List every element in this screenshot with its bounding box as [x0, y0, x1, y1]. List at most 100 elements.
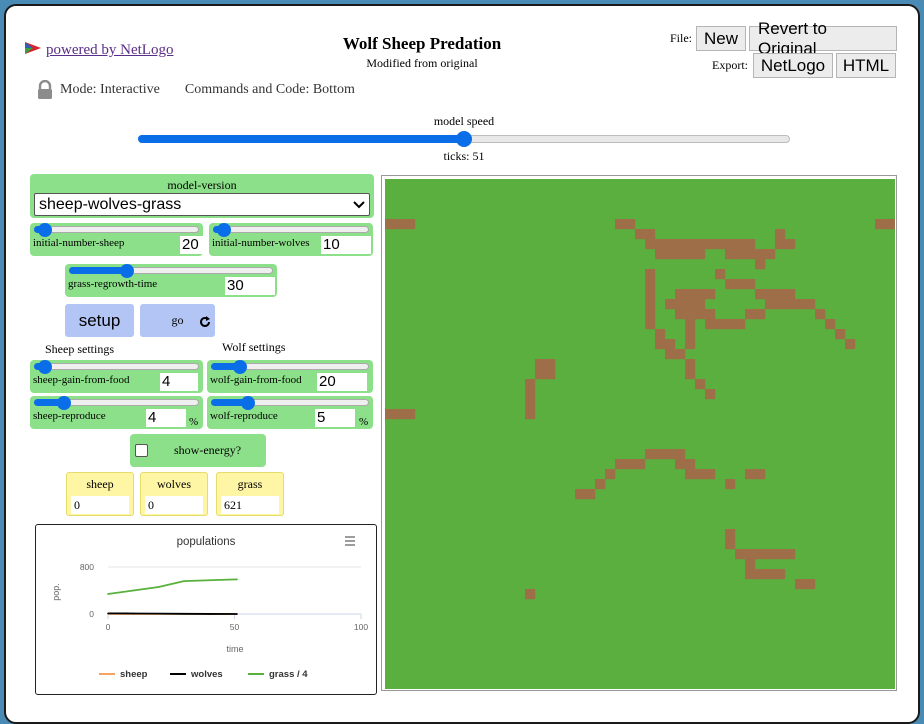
y-axis-label: pop.	[51, 583, 61, 601]
show-energy-switch[interactable]: show-energy?	[130, 434, 266, 467]
show-energy-label: show-energy?	[174, 443, 242, 457]
go-button[interactable]: go	[140, 304, 215, 337]
slider-handle[interactable]	[57, 396, 71, 410]
wolf-reproduce-slider[interactable]: wolf-reproduce 5 %	[207, 396, 373, 429]
eaten-grass-patch	[755, 309, 766, 320]
export-html-button[interactable]: HTML	[836, 53, 896, 78]
slider-value[interactable]: 4	[160, 373, 198, 391]
model-version-value: sheep-wolves-grass	[39, 195, 182, 213]
initial-number-sheep-slider[interactable]: initial-number-sheep 20	[30, 223, 230, 256]
sheep-gain-from-food-slider[interactable]: sheep-gain-from-food 4	[30, 360, 203, 393]
eaten-grass-patch	[695, 249, 706, 260]
eaten-grass-patch	[745, 309, 756, 320]
eaten-grass-patch	[645, 299, 656, 310]
eaten-grass-patch	[725, 529, 736, 540]
eaten-grass-patch	[405, 219, 416, 230]
eaten-grass-patch	[805, 299, 816, 310]
slider-value[interactable]: 30	[225, 277, 275, 295]
slider-label: sheep-gain-from-food	[33, 374, 130, 386]
eaten-grass-patch	[695, 379, 706, 390]
data-point	[107, 593, 109, 595]
wolf-gain-from-food-slider[interactable]: wolf-gain-from-food 20	[207, 360, 373, 393]
world-view-frame[interactable]	[381, 175, 897, 691]
eaten-grass-patch	[735, 319, 746, 330]
eaten-grass-patch	[695, 239, 706, 250]
eaten-grass-patch	[535, 359, 546, 370]
slider-track[interactable]	[213, 226, 369, 233]
eaten-grass-patch	[735, 249, 746, 260]
eaten-grass-patch	[675, 449, 686, 460]
eaten-grass-patch	[835, 329, 846, 340]
eaten-grass-patch	[605, 469, 616, 480]
speed-slider-handle[interactable]	[456, 131, 472, 147]
wolf-settings-note: Wolf settings	[222, 340, 286, 354]
revert-button[interactable]: Revert to Original	[749, 19, 897, 58]
sheep-reproduce-slider[interactable]: sheep-reproduce 4 %	[30, 396, 203, 429]
data-point	[236, 578, 238, 581]
eaten-grass-patch	[525, 399, 536, 410]
slider-handle[interactable]	[240, 396, 255, 410]
eaten-grass-patch	[405, 409, 416, 420]
eaten-grass-patch	[595, 479, 606, 490]
eaten-grass-patch	[785, 289, 796, 300]
eaten-grass-patch	[745, 569, 756, 580]
eaten-grass-patch	[775, 289, 786, 300]
monitor-value: 621	[221, 496, 279, 514]
model-version-chooser[interactable]: model-version sheep-wolves-grass	[30, 174, 374, 218]
eaten-grass-patch	[765, 249, 776, 260]
lock-icon[interactable]	[36, 79, 54, 100]
monitor-grass: grass 621	[216, 472, 284, 516]
menu-icon[interactable]	[345, 536, 355, 546]
eaten-grass-patch	[705, 319, 716, 330]
data-point	[132, 612, 135, 615]
eaten-grass-patch	[735, 549, 746, 560]
world-view[interactable]	[385, 179, 895, 689]
eaten-grass-patch	[685, 339, 696, 350]
initial-number-wolves-slider[interactable]: initial-number-wolves 10	[209, 223, 373, 256]
slider-value[interactable]: 10	[321, 236, 371, 254]
eaten-grass-patch	[705, 239, 716, 250]
slider-track[interactable]	[34, 363, 199, 370]
y-tick-label: 800	[80, 562, 94, 572]
data-point	[157, 612, 160, 615]
eaten-grass-patch	[815, 309, 826, 320]
data-point	[208, 613, 210, 615]
eaten-grass-patch	[685, 299, 696, 310]
eaten-grass-patch	[655, 449, 666, 460]
eaten-grass-patch	[755, 249, 766, 260]
show-energy-checkbox[interactable]	[135, 444, 148, 457]
slider-handle[interactable]	[38, 223, 52, 237]
slider-handle[interactable]	[217, 223, 231, 237]
eaten-grass-patch	[725, 239, 736, 250]
slider-value[interactable]: 20	[317, 373, 367, 391]
eaten-grass-patch	[885, 219, 895, 230]
eaten-grass-patch	[695, 299, 706, 310]
x-tick-label: 50	[230, 622, 240, 632]
slider-track[interactable]	[34, 226, 199, 233]
eaten-grass-patch	[745, 279, 756, 290]
slider-value[interactable]: 4	[146, 409, 186, 427]
slider-handle[interactable]	[232, 360, 247, 374]
eaten-grass-patch	[665, 339, 676, 350]
slider-handle[interactable]	[38, 360, 52, 374]
grass-regrowth-time-slider[interactable]: grass-regrowth-time 30	[65, 264, 277, 297]
slider-value[interactable]: 5	[315, 409, 355, 427]
eaten-grass-patch	[645, 319, 656, 330]
chooser-label: model-version	[167, 178, 237, 192]
eaten-grass-patch	[725, 249, 736, 260]
new-button[interactable]: New	[696, 26, 746, 51]
eaten-grass-patch	[705, 469, 716, 480]
model-version-select[interactable]: sheep-wolves-grass	[34, 193, 370, 216]
commands-code-toggle[interactable]: Commands and Code: Bottom	[185, 82, 355, 98]
monitor-label: wolves	[157, 477, 191, 491]
eaten-grass-patch	[525, 389, 536, 400]
slider-handle[interactable]	[120, 264, 135, 278]
setup-button[interactable]: setup	[65, 304, 134, 337]
eaten-grass-patch	[805, 579, 816, 590]
eaten-grass-patch	[395, 219, 406, 230]
eaten-grass-patch	[525, 409, 536, 420]
export-netlogo-button[interactable]: NetLogo	[753, 53, 833, 78]
eaten-grass-patch	[685, 289, 696, 300]
eaten-grass-patch	[715, 239, 726, 250]
eaten-grass-patch	[585, 489, 596, 500]
